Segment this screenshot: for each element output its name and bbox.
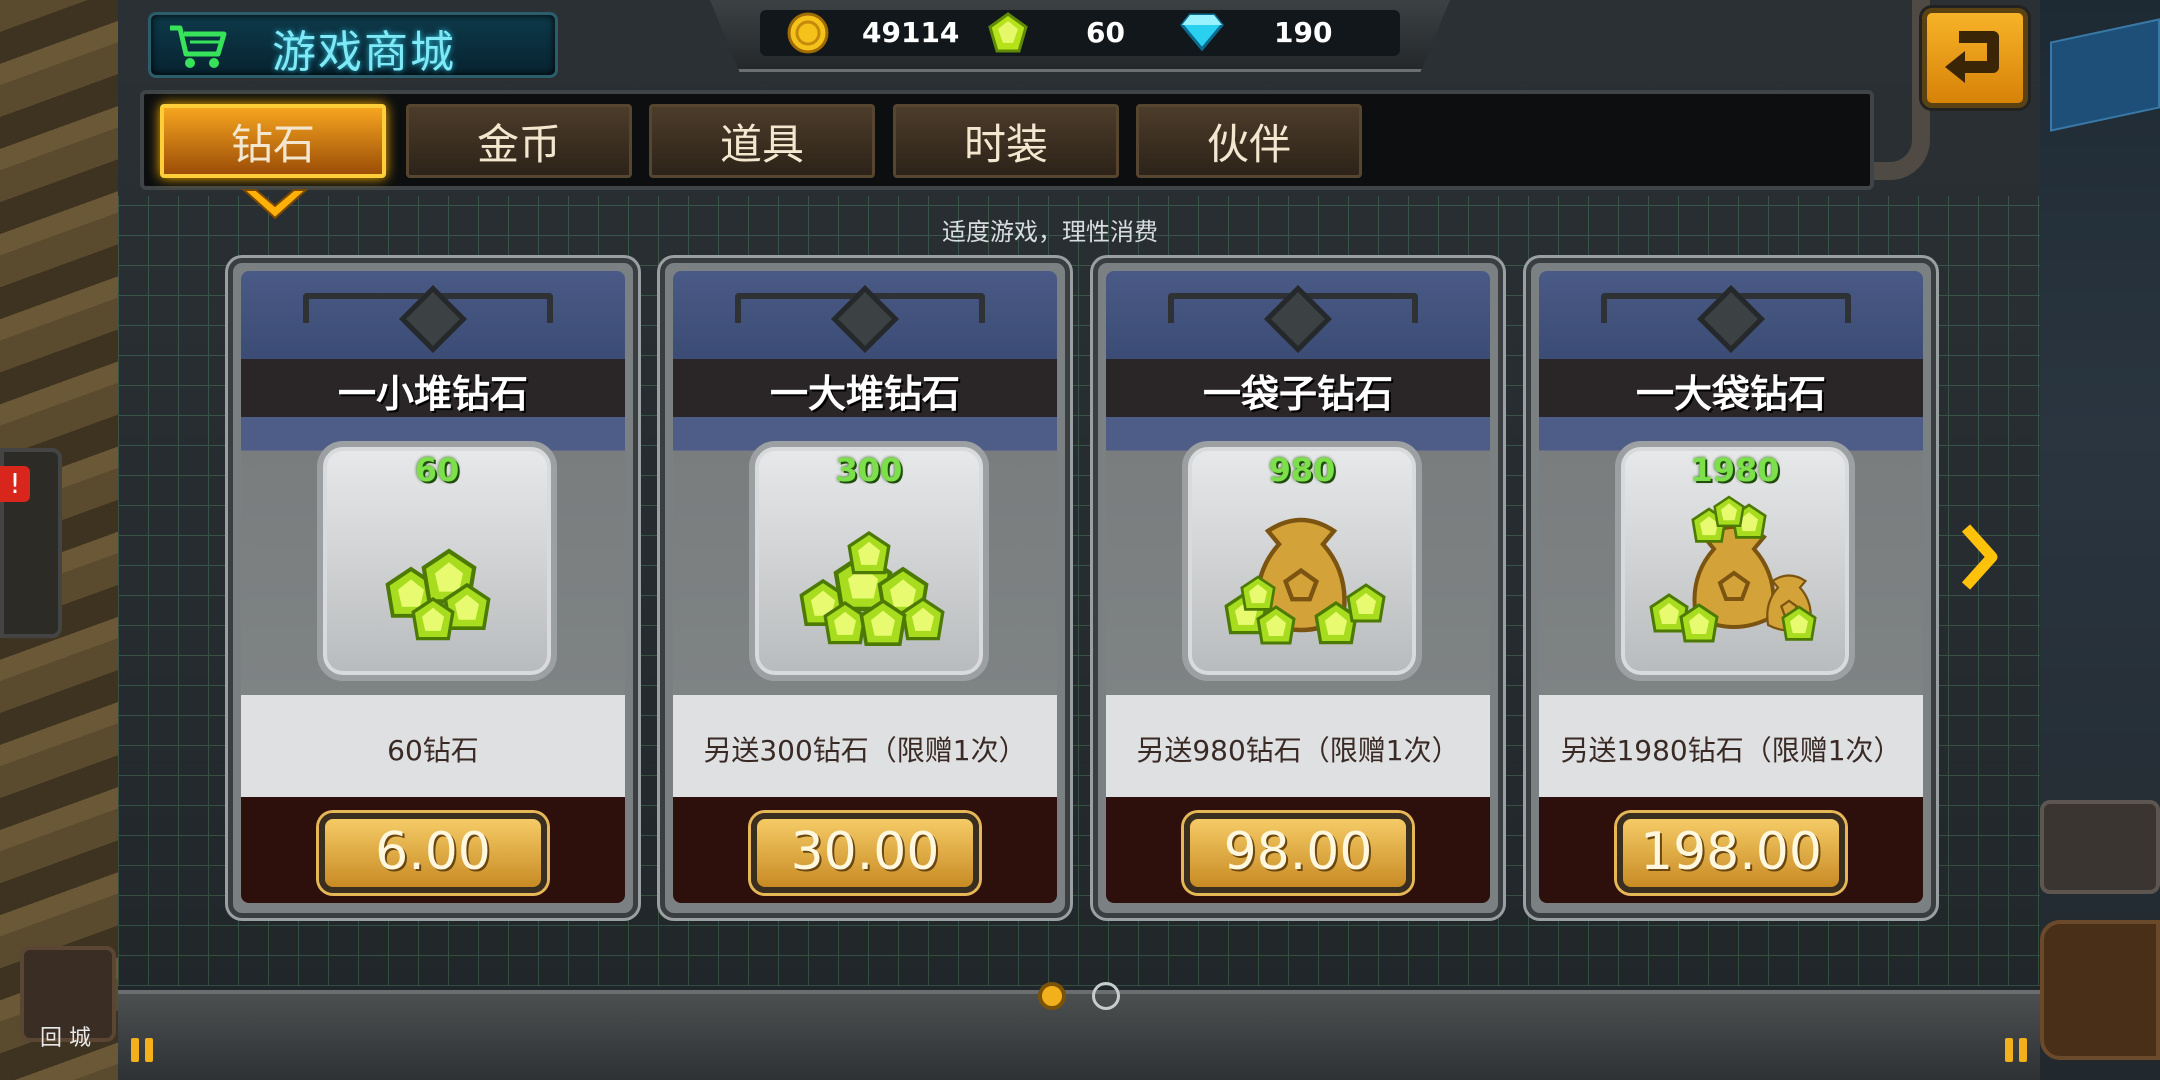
product-title: 一大袋钻石 bbox=[1635, 372, 1826, 416]
return-town-label: 回 城 bbox=[40, 1026, 91, 1051]
tab-diamonds[interactable]: 钻石 bbox=[160, 104, 386, 178]
green-gem-icon bbox=[988, 12, 1028, 53]
gold-coin-icon bbox=[787, 12, 829, 54]
product-title: 一大堆钻石 bbox=[769, 372, 960, 416]
item-quantity: 300 bbox=[835, 451, 903, 489]
shopping-cart-icon bbox=[170, 25, 227, 68]
product-title: 一袋子钻石 bbox=[1202, 372, 1393, 416]
alert-badge: ! bbox=[0, 466, 30, 502]
product-title: 一小堆钻石 bbox=[337, 372, 528, 416]
green-gem-amount: 60 bbox=[1086, 16, 1125, 49]
buy-price-button[interactable]: 198.00 bbox=[1617, 813, 1845, 893]
tab-items[interactable]: 道具 bbox=[649, 104, 875, 178]
gem-bag-icon bbox=[1224, 517, 1386, 645]
return-arrow-icon bbox=[1945, 31, 1999, 83]
pause-icon[interactable] bbox=[128, 1036, 158, 1064]
action-button[interactable] bbox=[2040, 920, 2160, 1060]
product-description: 另送1980钻石（限赠1次） bbox=[1560, 734, 1902, 767]
item-quantity: 1980 bbox=[1690, 451, 1780, 489]
page-dot-active[interactable] bbox=[1038, 982, 1066, 1010]
chat-button[interactable] bbox=[2040, 800, 2160, 894]
consumption-notice: 适度游戏，理性消费 bbox=[942, 218, 1158, 246]
product-card[interactable]: 一小堆钻石 60 60钻石 6.00 bbox=[228, 258, 638, 918]
tab-gold[interactable]: 金币 bbox=[406, 104, 632, 178]
pause-icon[interactable] bbox=[2002, 1036, 2032, 1064]
product-card[interactable]: 一大堆钻石 300 另送300钻石（限赠1次） 30.00 bbox=[660, 258, 1070, 918]
background-map-right bbox=[2040, 0, 2160, 1080]
item-art bbox=[1639, 495, 1829, 665]
item-art bbox=[1206, 495, 1396, 665]
back-button[interactable] bbox=[1922, 8, 2028, 108]
large-gem-pile-icon bbox=[799, 531, 945, 647]
product-description: 60钻石 bbox=[387, 734, 479, 767]
item-quantity: 60 bbox=[414, 451, 460, 489]
panel-bottom-frame bbox=[118, 990, 2040, 1080]
blue-diamond-amount: 190 bbox=[1274, 16, 1333, 49]
item-art bbox=[341, 495, 531, 665]
active-tab-indicator-icon bbox=[241, 189, 309, 220]
product-card[interactable]: 一大袋钻石 1980 另送1980钻石（限赠1次） 198.00 bbox=[1526, 258, 1936, 918]
page-dot[interactable] bbox=[1092, 982, 1120, 1010]
product-description: 另送300钻石（限赠1次） bbox=[703, 734, 1027, 767]
shop-title: 游戏商城 bbox=[272, 27, 456, 78]
item-quantity: 980 bbox=[1268, 451, 1336, 489]
buy-price-button[interactable]: 6.00 bbox=[319, 813, 547, 893]
next-page-arrow-icon[interactable] bbox=[1960, 522, 2000, 592]
small-gem-pile-icon bbox=[385, 548, 491, 641]
product-description: 另送980钻石（限赠1次） bbox=[1136, 734, 1460, 767]
buy-price-button[interactable]: 30.00 bbox=[751, 813, 979, 893]
buy-price-button[interactable]: 98.00 bbox=[1184, 813, 1412, 893]
blue-diamond-icon bbox=[1180, 13, 1224, 52]
product-card[interactable]: 一袋子钻石 980 另送980钻石（限赠1次） 98.00 bbox=[1093, 258, 1503, 918]
tab-fashion[interactable]: 时装 bbox=[893, 104, 1119, 178]
tab-partners[interactable]: 伙伴 bbox=[1136, 104, 1362, 178]
item-art bbox=[773, 495, 963, 665]
gold-amount: 49114 bbox=[862, 16, 960, 49]
big-gem-bags-icon bbox=[1649, 495, 1817, 643]
